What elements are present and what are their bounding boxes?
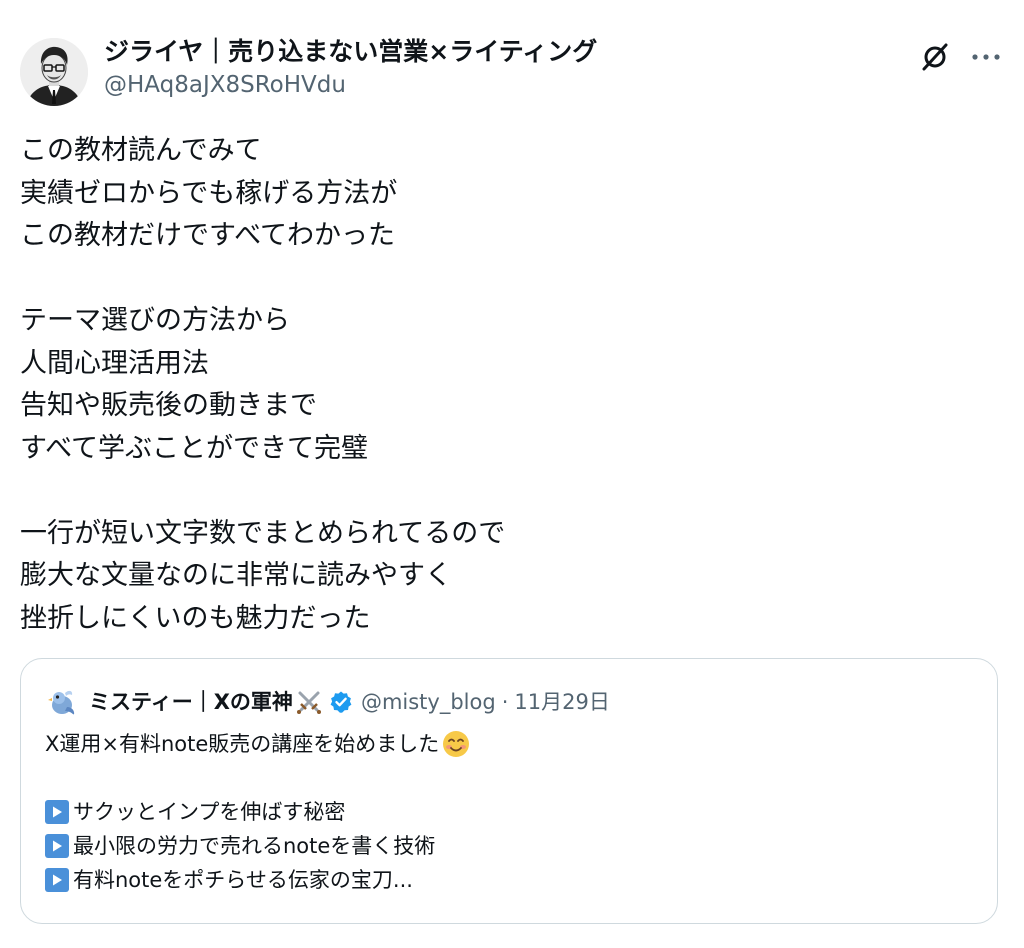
post-text-line: すべて学ぶことができて完璧 [20, 432, 369, 464]
crossed-swords-icon [295, 688, 323, 716]
quoted-post-text: X運用×有料note販売の講座を始めました サクッとインプを伸ばす秘密 最小限の… [45, 727, 965, 897]
more-options-button[interactable] [966, 40, 1006, 74]
quoted-text-line: 最小限の労力で売れるnoteを書く技術 [45, 829, 965, 863]
post-text-line [20, 258, 980, 301]
quoted-text: 最小限の労力で売れるnoteを書く技術 [73, 834, 436, 858]
post-text-line: 挫折しにくいのも魅力だった [20, 602, 371, 634]
quoted-post-card[interactable]: ミスティー｜Xの軍神 @misty_blog · 11月29日 X運用×有料no… [20, 658, 998, 924]
post: ジライヤ｜売り込まない営業×ライティング @HAq8aJX8SRoHVdu この… [0, 0, 1024, 948]
play-button-icon [45, 834, 69, 858]
post-text-line: 膨大な文量なのに非常に読みやすく [20, 560, 452, 591]
author-avatar[interactable] [20, 38, 88, 106]
play-button-icon [45, 800, 69, 824]
post-text-line: 告知や販売後の動きまで [20, 390, 317, 421]
grok-icon [922, 43, 948, 71]
post-text-line: 人間心理活用法 [20, 347, 209, 379]
more-horizontal-icon [972, 54, 1000, 60]
quoted-author-name[interactable]: ミスティー｜Xの軍神 [89, 687, 293, 717]
quoted-text: X運用×有料note販売の講座を始めました [45, 732, 440, 756]
grok-button[interactable] [918, 40, 952, 74]
author-display-name[interactable]: ジライヤ｜売り込まない営業×ライティング [104, 36, 597, 68]
post-text-line: 実績ゼロからでも稼げる方法が [20, 177, 398, 209]
quoted-post-header: ミスティー｜Xの軍神 @misty_blog · 11月29日 [45, 685, 610, 719]
post-text-line: テーマ選びの方法から [20, 305, 290, 336]
post-text: この教材読んでみて 実績ゼロからでも稼げる方法が この教材だけですべてわかった … [20, 130, 980, 640]
verified-badge-icon [329, 690, 353, 714]
author-handle[interactable]: @HAq8aJX8SRoHVdu [104, 70, 597, 100]
post-text-line: この教材読んでみて [20, 135, 262, 166]
quoted-text-line: サクッとインプを伸ばす秘密 [45, 795, 965, 829]
author-info[interactable]: ジライヤ｜売り込まない営業×ライティング @HAq8aJX8SRoHVdu [104, 36, 597, 100]
quoted-text-line [45, 761, 965, 795]
separator-dot: · [501, 690, 509, 714]
post-text-line [20, 470, 980, 513]
smiling-face-icon [441, 729, 471, 759]
play-button-icon [45, 868, 69, 892]
post-text-line: この教材だけですべてわかった [20, 220, 396, 251]
quoted-author-handle[interactable]: @misty_blog [361, 687, 496, 717]
quoted-text-line: X運用×有料note販売の講座を始めました [45, 727, 965, 761]
quoted-text: サクッとインプを伸ばす秘密 [73, 800, 346, 824]
quoted-text: 有料noteをポチらせる伝家の宝刀... [73, 868, 413, 892]
quoted-post-date[interactable]: 11月29日 [514, 687, 609, 717]
quoted-text-line: 有料noteをポチらせる伝家の宝刀... [45, 863, 965, 897]
post-text-line: 一行が短い文字数でまとめられてるので [20, 517, 506, 549]
quoted-author-avatar[interactable] [45, 685, 79, 719]
